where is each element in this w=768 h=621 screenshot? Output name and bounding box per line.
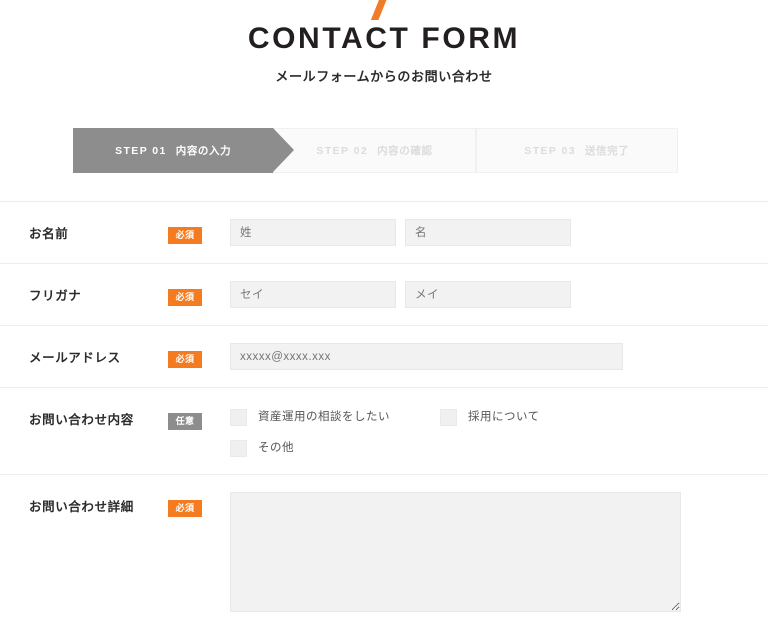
badge-cell-inquiry-type: 任意	[168, 388, 230, 430]
email-input[interactable]	[230, 343, 623, 370]
step-3-number: STEP 03	[524, 144, 576, 157]
form-row-name: お名前 必須	[0, 201, 768, 263]
page-header: CONTACT FORM メールフォームからのお問い合わせ	[0, 0, 768, 86]
checkbox-box-asset-consult[interactable]	[230, 409, 247, 426]
last-name-input[interactable]	[230, 219, 396, 246]
first-kana-input[interactable]	[405, 281, 571, 308]
label-detail: お問い合わせ詳細	[29, 500, 134, 514]
badge-cell-email: 必須	[168, 326, 230, 368]
step-item-2[interactable]: STEP 02 内容の確認	[273, 128, 499, 173]
checkbox-label-recruit: 採用について	[468, 411, 540, 423]
checkbox-item-asset-consult[interactable]: 資産運用の相談をしたい	[230, 409, 440, 426]
last-kana-input[interactable]	[230, 281, 396, 308]
label-email: メールアドレス	[29, 351, 121, 365]
step-1-number: STEP 01	[115, 144, 167, 157]
first-name-input[interactable]	[405, 219, 571, 246]
step-3-label: 送信完了	[584, 145, 630, 157]
field-cell-name	[230, 202, 768, 263]
badge-cell-detail: 必須	[168, 475, 230, 517]
required-badge-furigana: 必須	[168, 289, 202, 306]
step-1-label: 内容の入力	[175, 145, 232, 157]
step-2-label: 内容の確認	[377, 145, 433, 157]
checkbox-label-asset-consult: 資産運用の相談をしたい	[258, 411, 390, 423]
contact-form: お名前 必須 フリガナ 必須	[0, 201, 768, 621]
page-title: CONTACT FORM	[247, 22, 521, 55]
form-row-inquiry-type: お問い合わせ内容 任意 資産運用の相談をしたい 採用について その他	[0, 387, 768, 474]
form-row-detail: お問い合わせ詳細 必須	[0, 474, 768, 621]
step-2-number: STEP 02	[316, 144, 369, 157]
checkbox-item-other[interactable]: その他	[230, 440, 650, 457]
field-cell-detail	[230, 475, 768, 621]
checkbox-label-other: その他	[258, 442, 294, 454]
label-inquiry-type: お問い合わせ内容	[29, 413, 134, 427]
step-indicator: STEP 01 内容の入力 STEP 02 内容の確認 STEP 03 送信完了	[73, 128, 678, 173]
form-row-email: メールアドレス 必須	[0, 325, 768, 387]
required-badge-email: 必須	[168, 351, 202, 368]
required-badge-name: 必須	[168, 227, 202, 244]
badge-cell-furigana: 必須	[168, 264, 230, 306]
optional-badge-inquiry-type: 任意	[168, 413, 202, 430]
form-row-furigana: フリガナ 必須	[0, 263, 768, 325]
contact-form-page: CONTACT FORM メールフォームからのお問い合わせ STEP 01 内容…	[0, 0, 768, 621]
field-cell-inquiry-type: 資産運用の相談をしたい 採用について その他	[230, 388, 768, 474]
required-badge-detail: 必須	[168, 500, 202, 517]
field-cell-email	[230, 326, 768, 387]
checkbox-box-other[interactable]	[230, 440, 247, 457]
detail-textarea[interactable]	[230, 492, 681, 612]
checkbox-item-recruit[interactable]: 採用について	[440, 409, 650, 426]
step-item-1[interactable]: STEP 01 内容の入力	[73, 128, 295, 173]
checkbox-box-recruit[interactable]	[440, 409, 457, 426]
step-item-3[interactable]: STEP 03 送信完了	[475, 128, 678, 173]
page-subtitle: メールフォームからのお問い合わせ	[275, 69, 493, 84]
label-furigana: フリガナ	[29, 289, 82, 303]
field-cell-furigana	[230, 264, 768, 325]
badge-cell-name: 必須	[168, 202, 230, 244]
label-name: お名前	[29, 227, 69, 241]
